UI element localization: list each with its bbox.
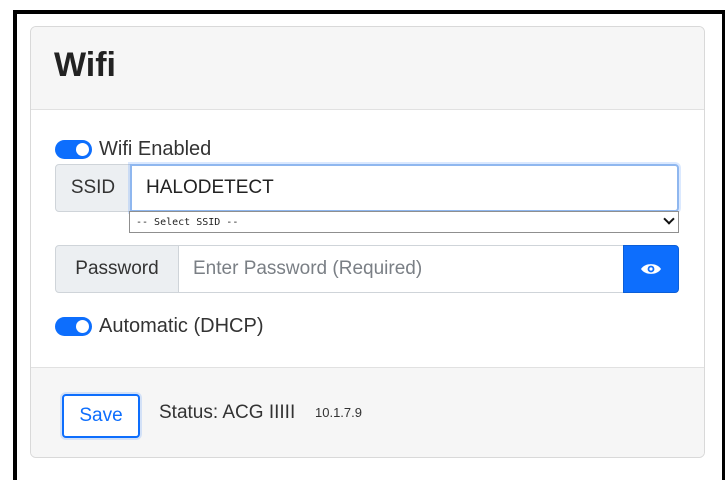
wifi-settings-card: Wifi Wifi Enabled SSID -- Select SSID --… xyxy=(30,26,705,458)
password-input[interactable] xyxy=(178,245,624,293)
wifi-enabled-toggle[interactable] xyxy=(55,140,92,159)
status-ip-address: 10.1.7.9 xyxy=(315,405,362,420)
status-text: Status: ACG IIIII xyxy=(159,402,296,423)
ssid-select-value: -- Select SSID -- xyxy=(136,216,239,228)
ssid-label: SSID xyxy=(55,164,131,212)
card-header: Wifi xyxy=(31,27,704,110)
chevron-down-icon xyxy=(663,213,675,225)
show-password-button[interactable] xyxy=(623,245,679,293)
card-title: Wifi xyxy=(54,46,117,84)
wifi-enabled-label: Wifi Enabled xyxy=(99,138,212,160)
dhcp-label: Automatic (DHCP) xyxy=(99,315,264,337)
password-label: Password xyxy=(55,245,179,293)
card-footer: Save Status: ACG IIIII 10.1.7.9 xyxy=(31,367,704,457)
save-button[interactable]: Save xyxy=(62,394,140,438)
eye-icon xyxy=(641,264,661,274)
dhcp-toggle[interactable] xyxy=(55,317,92,336)
ssid-input[interactable] xyxy=(130,164,679,212)
ssid-select[interactable]: -- Select SSID -- xyxy=(129,211,679,233)
